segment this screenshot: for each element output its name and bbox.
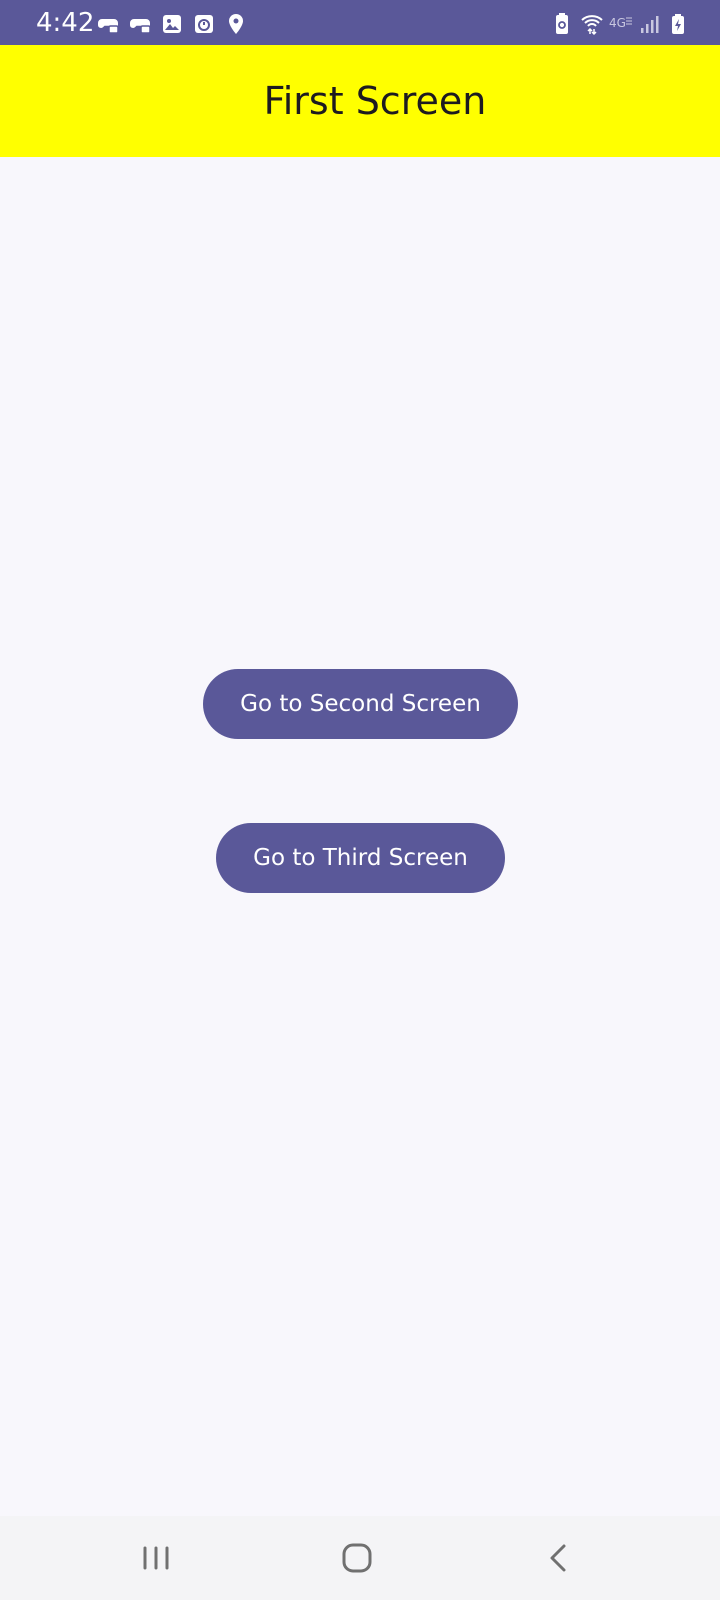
battery-charging-icon — [666, 12, 690, 36]
signal-icon — [638, 12, 662, 36]
network-4g-icon: 4G — [608, 12, 636, 36]
recent-apps-icon[interactable] — [134, 1536, 178, 1580]
go-to-third-screen-button[interactable]: Go to Third Screen — [216, 823, 505, 893]
svg-text:4G: 4G — [609, 16, 626, 30]
gallery-icon — [160, 12, 184, 36]
page-title: First Screen — [263, 79, 487, 123]
go-to-second-screen-button[interactable]: Go to Second Screen — [203, 669, 518, 739]
status-bar: 4:42 4G — [0, 0, 720, 45]
game-controller-icon — [96, 12, 120, 36]
battery-saver-icon — [550, 12, 574, 36]
top-app-bar: First Screen — [0, 45, 720, 157]
status-time: 4:42 — [36, 8, 95, 38]
timer-icon — [192, 12, 216, 36]
system-navigation-bar — [0, 1516, 720, 1600]
back-icon[interactable] — [538, 1536, 582, 1580]
game-controller-icon — [128, 12, 152, 36]
home-icon[interactable] — [335, 1536, 379, 1580]
location-pin-icon — [224, 12, 248, 36]
wifi-icon — [580, 12, 604, 36]
